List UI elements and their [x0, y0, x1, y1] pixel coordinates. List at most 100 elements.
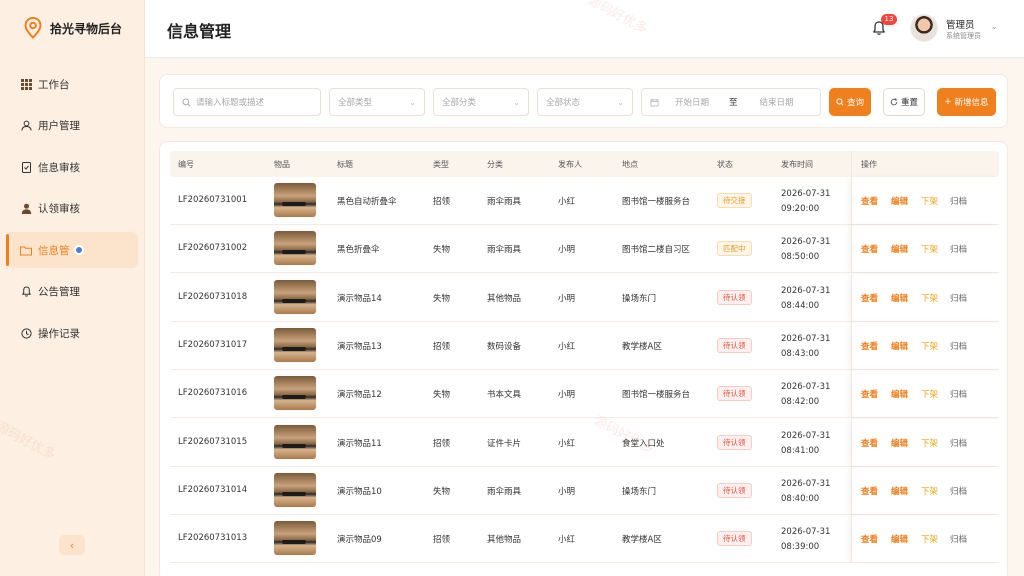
table-row[interactable]: LF20260731013 演示物品09 招领 其他物品 小红 教学楼A区 待认领 2026-… [170, 515, 999, 564]
publish-time: 08:40:00 [781, 493, 820, 504]
reset-button[interactable]: 重置 [883, 88, 925, 116]
plus-icon: + [944, 97, 952, 107]
sidebar-item-2[interactable]: 信息审核 [6, 149, 138, 185]
column-header-publisher: 发布人 [558, 160, 582, 169]
status-select[interactable]: 全部状态 ⌄ [537, 88, 633, 116]
add-info-button[interactable]: + 新增信息 [937, 88, 996, 116]
cell-publish-time: 2026-07-31 09:20:00 [781, 187, 830, 217]
end-date-input[interactable]: 结束日期 [760, 96, 794, 108]
view-button[interactable]: 查看 [861, 340, 878, 352]
item-thumbnail[interactable] [274, 424, 316, 459]
cell-publish-time: 2026-07-31 08:42:00 [781, 380, 830, 410]
item-thumbnail[interactable] [274, 183, 316, 217]
publish-time: 08:39:00 [781, 542, 820, 553]
cell-location: 图书馆一楼服务台 [622, 197, 691, 207]
publish-date: 2026-07-31 [781, 189, 831, 199]
publish-time: 08:41:00 [781, 445, 820, 456]
table-row[interactable]: LF20260731018 演示物品14 失物 其他物品 小明 操场东门 待认领 2026-0… [170, 273, 999, 322]
edit-button[interactable]: 编辑 [891, 340, 908, 352]
table-row[interactable]: LF20260731001 黑色自动折叠伞 招领 雨伞雨具 小红 图书馆一楼服务台 待交接 2… [170, 177, 999, 225]
cell-id: LF20260731013 [178, 533, 248, 544]
item-thumbnail[interactable] [274, 472, 316, 507]
add-info-button-label: 新增信息 [954, 98, 989, 108]
view-button[interactable]: 查看 [861, 533, 878, 545]
item-thumbnail[interactable] [274, 231, 316, 266]
cell-category: 雨伞雨具 [487, 197, 522, 207]
row-actions: 查看 编辑 下架 归档 [851, 321, 999, 369]
date-range-picker[interactable]: 开始日期 至 结束日期 [641, 88, 821, 116]
item-thumbnail[interactable] [274, 521, 316, 556]
cell-type: 招领 [433, 197, 451, 207]
archive-button[interactable]: 归档 [950, 485, 967, 497]
table-row[interactable]: LF20260731002 黑色折叠伞 失物 雨伞雨具 小明 图书馆二楼自习区 匹配中 202… [170, 225, 999, 274]
view-button[interactable]: 查看 [861, 243, 878, 255]
take-down-button[interactable]: 下架 [921, 388, 938, 400]
row-actions: 查看 编辑 下架 归档 [851, 273, 999, 321]
sidebar-item-5[interactable]: 公告管理 [6, 274, 138, 310]
sidebar-item-1[interactable]: 用户管理 [6, 108, 138, 144]
type-select[interactable]: 全部类型 ⌄ [329, 88, 425, 116]
table-row[interactable]: LF20260731014 演示物品10 失物 雨伞雨具 小明 操场东门 待认领 2026-0… [170, 466, 999, 515]
sidebar-collapse-button[interactable]: ‹ [59, 535, 85, 555]
archive-button[interactable]: 归档 [950, 533, 967, 545]
chevron-down-icon[interactable]: ⌄ [991, 22, 998, 31]
sidebar-item-6[interactable]: 操作记录 [6, 315, 138, 351]
archive-button[interactable]: 归档 [950, 340, 967, 352]
take-down-button[interactable]: 下架 [921, 243, 938, 255]
query-button[interactable]: 查询 [829, 88, 871, 116]
archive-button[interactable]: 归档 [950, 437, 967, 449]
column-header-actions-cell: 操作 [851, 151, 999, 177]
table-row[interactable]: LF20260731017 演示物品13 招领 数码设备 小红 教学楼A区 待认领 2026-… [170, 321, 999, 370]
edit-button[interactable]: 编辑 [891, 485, 908, 497]
cell-id: LF20260731001 [178, 195, 248, 205]
app-logo[interactable]: 拾光寻物后台 [24, 17, 122, 39]
view-button[interactable]: 查看 [861, 195, 878, 207]
take-down-button[interactable]: 下架 [921, 195, 938, 207]
sidebar-item-0[interactable]: 工作台 [6, 66, 138, 102]
archive-button[interactable]: 归档 [950, 243, 967, 255]
sidebar-item-4[interactable]: 信息管 [6, 232, 138, 268]
status-badge: 待交接 [717, 193, 752, 208]
search-icon [836, 98, 844, 106]
user-name[interactable]: 管理员 [946, 17, 975, 31]
cell-title: 黑色自动折叠伞 [337, 197, 397, 207]
view-button[interactable]: 查看 [861, 437, 878, 449]
cell-title: 演示物品10 [337, 486, 382, 497]
sidebar-item-3[interactable]: 认领审核 [6, 191, 138, 227]
edit-button[interactable]: 编辑 [891, 195, 908, 207]
edit-button[interactable]: 编辑 [891, 437, 908, 449]
archive-button[interactable]: 归档 [950, 195, 967, 207]
archive-button[interactable]: 归档 [950, 388, 967, 400]
item-thumbnail[interactable] [274, 376, 316, 411]
cell-id: LF20260731002 [178, 243, 248, 254]
start-date-input[interactable]: 开始日期 [675, 96, 709, 108]
cell-type: 失物 [433, 390, 451, 401]
view-button[interactable]: 查看 [861, 292, 878, 304]
column-header-actions: 操作 [861, 160, 877, 169]
view-button[interactable]: 查看 [861, 485, 878, 497]
archive-button[interactable]: 归档 [950, 292, 967, 304]
table-row[interactable]: LF20260731015 演示物品11 招领 证件卡片 小红 食堂入口处 待认领 2026-… [170, 418, 999, 467]
search-input[interactable]: 请输入标题或描述 [173, 88, 321, 116]
calendar-icon [650, 98, 659, 107]
cell-publisher: 小明 [558, 245, 576, 256]
view-button[interactable]: 查看 [861, 388, 878, 400]
edit-button[interactable]: 编辑 [891, 533, 908, 545]
item-thumbnail[interactable] [274, 327, 316, 362]
table-row[interactable]: LF20260731016 演示物品12 失物 书本文具 小明 图书馆一楼服务台 待认领 20… [170, 370, 999, 419]
user-avatar[interactable] [910, 14, 938, 42]
item-thumbnail[interactable] [274, 279, 316, 314]
edit-button[interactable]: 编辑 [891, 243, 908, 255]
publish-date: 2026-07-31 [781, 382, 831, 393]
publish-date: 2026-07-31 [781, 237, 831, 248]
take-down-button[interactable]: 下架 [921, 485, 938, 497]
column-header-status: 状态 [717, 160, 733, 169]
take-down-button[interactable]: 下架 [921, 340, 938, 352]
take-down-button[interactable]: 下架 [921, 292, 938, 304]
edit-button[interactable]: 编辑 [891, 292, 908, 304]
take-down-button[interactable]: 下架 [921, 533, 938, 545]
edit-button[interactable]: 编辑 [891, 388, 908, 400]
category-select[interactable]: 全部分类 ⌄ [433, 88, 529, 116]
take-down-button[interactable]: 下架 [921, 437, 938, 449]
cell-location: 教学楼A区 [622, 341, 662, 352]
